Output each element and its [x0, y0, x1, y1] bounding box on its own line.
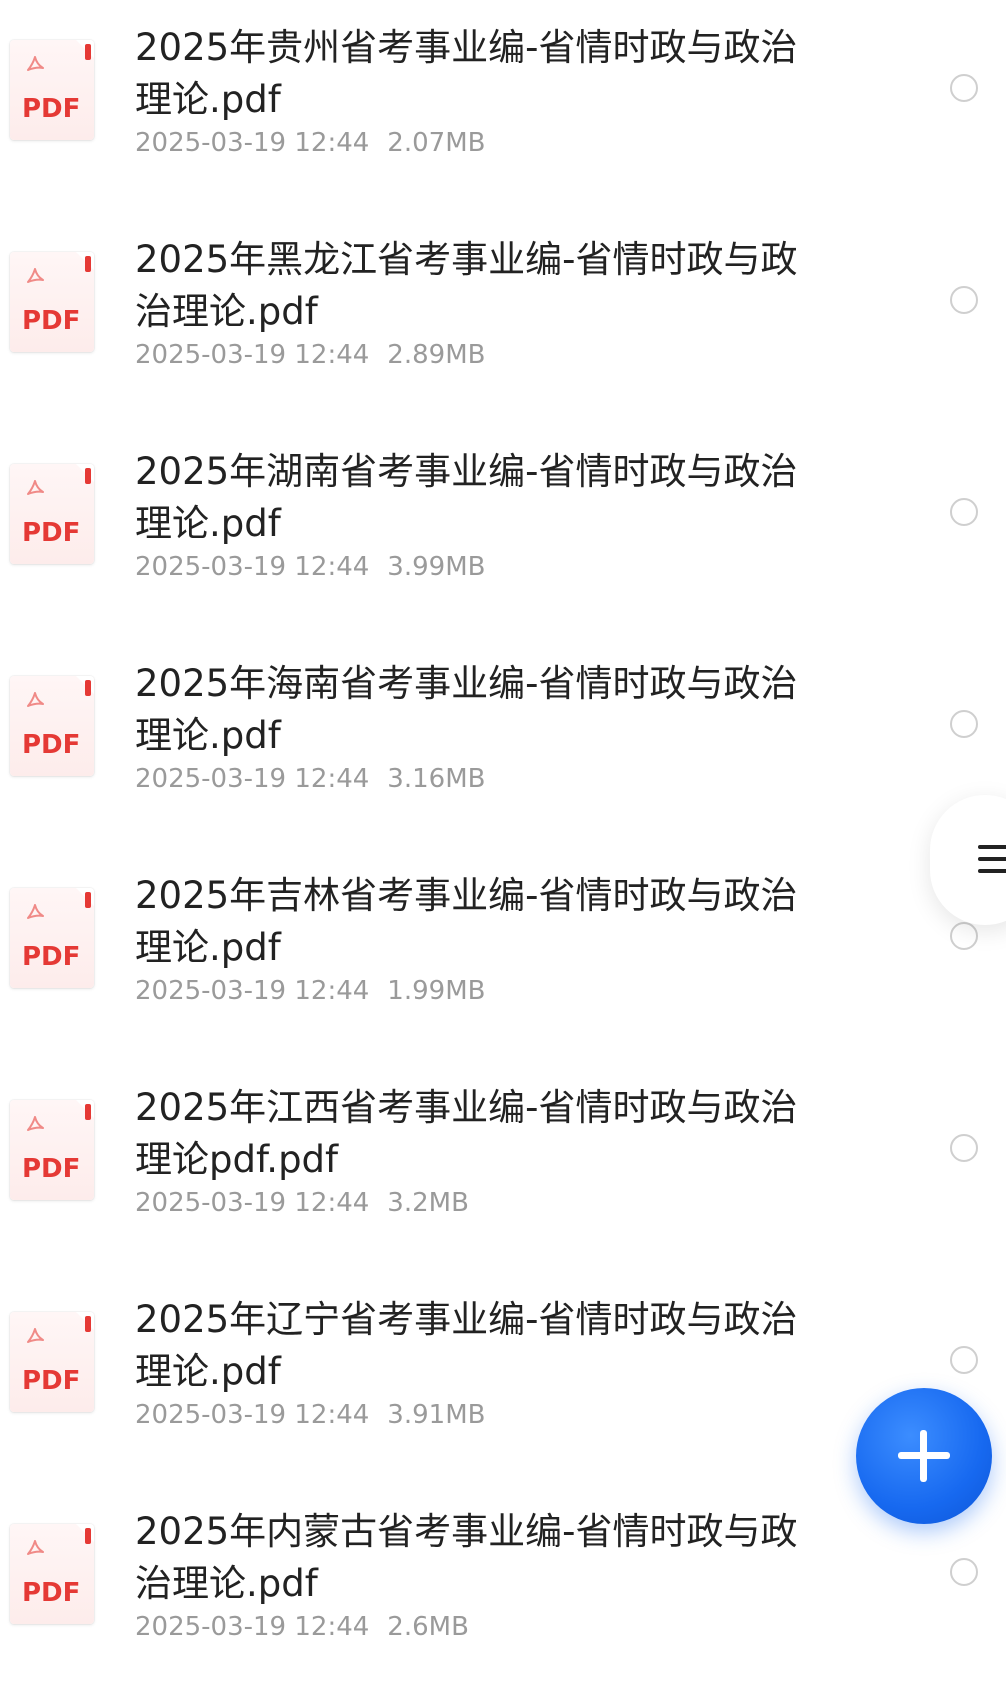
- select-radio[interactable]: [950, 1134, 978, 1162]
- file-list-item[interactable]: PDF 2025年海南省考事业编-省情时政与政治理论.pdf 2025-03-1…: [0, 636, 1006, 848]
- file-date: 2025-03-19 12:44: [135, 340, 370, 370]
- pdf-file-icon: PDF: [10, 464, 94, 564]
- file-name: 2025年贵州省考事业编-省情时政与政治理论.pdf: [135, 26, 798, 121]
- file-name: 2025年江西省考事业编-省情时政与政治理论pdf.pdf: [135, 1086, 798, 1181]
- select-radio[interactable]: [950, 286, 978, 314]
- file-date: 2025-03-19 12:44: [135, 1188, 370, 1218]
- file-meta: 2025-03-19 12:44 3.2MB: [135, 1188, 469, 1218]
- file-meta: 2025-03-19 12:44 3.99MB: [135, 552, 485, 582]
- file-name: 2025年黑龙江省考事业编-省情时政与政治理论.pdf: [135, 238, 798, 333]
- select-radio[interactable]: [950, 1346, 978, 1374]
- pdf-file-icon: PDF: [10, 888, 94, 988]
- pdf-label: PDF: [22, 1366, 81, 1396]
- pdf-file-icon: PDF: [10, 676, 94, 776]
- pdf-label: PDF: [22, 1578, 81, 1608]
- file-meta: 2025-03-19 12:44 3.91MB: [135, 1400, 485, 1430]
- file-meta: 2025-03-19 12:44 3.16MB: [135, 764, 485, 794]
- file-meta: 2025-03-19 12:44 2.6MB: [135, 1612, 469, 1642]
- file-list-item[interactable]: PDF 2025年黑龙江省考事业编-省情时政与政治理论.pdf 2025-03-…: [0, 212, 1006, 424]
- file-size: 3.2MB: [387, 1188, 469, 1218]
- file-size: 2.07MB: [387, 128, 486, 158]
- acrobat-icon: [27, 692, 44, 707]
- file-date: 2025-03-19 12:44: [135, 976, 370, 1006]
- file-date: 2025-03-19 12:44: [135, 128, 370, 158]
- file-size: 3.16MB: [387, 764, 486, 794]
- pdf-file-icon: PDF: [10, 1100, 94, 1200]
- file-meta: 2025-03-19 12:44 2.89MB: [135, 340, 485, 370]
- file-meta: 2025-03-19 12:44 1.99MB: [135, 976, 485, 1006]
- file-name: 2025年辽宁省考事业编-省情时政与政治理论.pdf: [135, 1298, 798, 1393]
- pdf-label: PDF: [22, 306, 81, 336]
- acrobat-icon: [27, 56, 44, 71]
- file-date: 2025-03-19 12:44: [135, 764, 370, 794]
- pdf-file-icon: PDF: [10, 40, 94, 140]
- pdf-file-icon: PDF: [10, 1312, 94, 1412]
- file-list-item[interactable]: PDF 2025年内蒙古省考事业编-省情时政与政治理论.pdf 2025-03-…: [0, 1484, 1006, 1696]
- acrobat-icon: [27, 480, 44, 495]
- file-size: 1.99MB: [387, 976, 486, 1006]
- pdf-label: PDF: [22, 1154, 81, 1184]
- select-radio[interactable]: [950, 498, 978, 526]
- file-size: 3.99MB: [387, 552, 486, 582]
- file-list-item[interactable]: PDF 2025年吉林省考事业编-省情时政与政治理论.pdf 2025-03-1…: [0, 848, 1006, 1060]
- file-size: 2.6MB: [387, 1612, 469, 1642]
- acrobat-icon: [27, 268, 44, 283]
- file-date: 2025-03-19 12:44: [135, 552, 370, 582]
- file-meta: 2025-03-19 12:44 2.07MB: [135, 128, 485, 158]
- acrobat-icon: [27, 1328, 44, 1343]
- acrobat-icon: [27, 1540, 44, 1555]
- pdf-file-icon: PDF: [10, 1524, 94, 1624]
- file-name: 2025年内蒙古省考事业编-省情时政与政治理论.pdf: [135, 1510, 798, 1605]
- file-size: 3.91MB: [387, 1400, 486, 1430]
- pdf-file-icon: PDF: [10, 252, 94, 352]
- acrobat-icon: [27, 1116, 44, 1131]
- menu-lines-icon: [978, 845, 1006, 881]
- pdf-label: PDF: [22, 94, 81, 124]
- file-size: 2.89MB: [387, 340, 486, 370]
- file-list-item[interactable]: PDF 2025年贵州省考事业编-省情时政与政治理论.pdf 2025-03-1…: [0, 0, 1006, 212]
- select-radio[interactable]: [950, 1558, 978, 1586]
- file-name: 2025年吉林省考事业编-省情时政与政治理论.pdf: [135, 874, 798, 969]
- select-radio[interactable]: [950, 922, 978, 950]
- file-date: 2025-03-19 12:44: [135, 1400, 370, 1430]
- file-list-item[interactable]: PDF 2025年湖南省考事业编-省情时政与政治理论.pdf 2025-03-1…: [0, 424, 1006, 636]
- select-radio[interactable]: [950, 74, 978, 102]
- pdf-label: PDF: [22, 518, 81, 548]
- file-list-item[interactable]: PDF 2025年江西省考事业编-省情时政与政治理论pdf.pdf 2025-0…: [0, 1060, 1006, 1272]
- select-radio[interactable]: [950, 710, 978, 738]
- acrobat-icon: [27, 904, 44, 919]
- file-date: 2025-03-19 12:44: [135, 1612, 370, 1642]
- file-name: 2025年湖南省考事业编-省情时政与政治理论.pdf: [135, 450, 798, 545]
- pdf-label: PDF: [22, 942, 81, 972]
- add-button[interactable]: [856, 1388, 992, 1524]
- pdf-label: PDF: [22, 730, 81, 760]
- file-name: 2025年海南省考事业编-省情时政与政治理论.pdf: [135, 662, 798, 757]
